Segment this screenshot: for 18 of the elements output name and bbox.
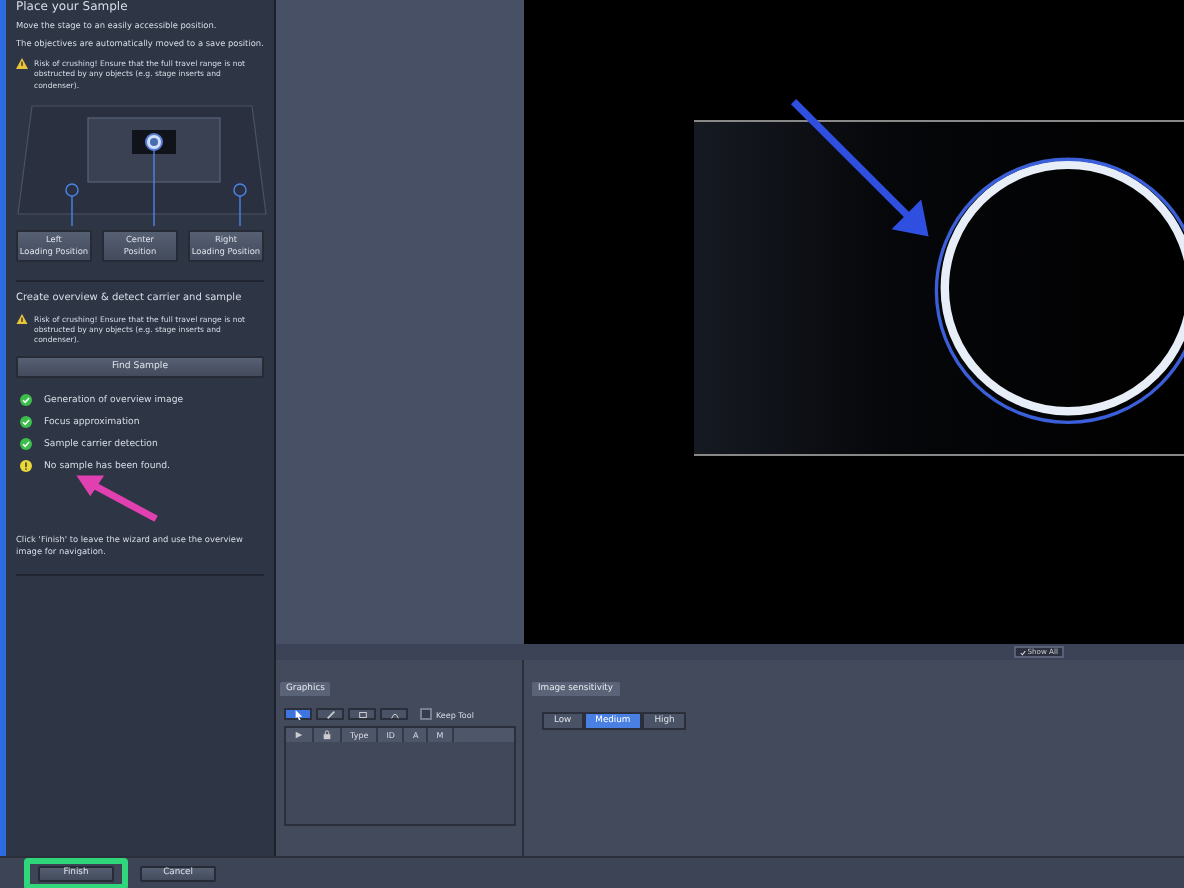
pointer-icon (293, 709, 303, 719)
check-icon (20, 394, 32, 407)
check-icon (1019, 649, 1026, 655)
warning-icon (16, 58, 28, 70)
warning-icon (20, 460, 32, 473)
rectangle-icon (357, 709, 367, 719)
draw-tool-button[interactable] (316, 708, 344, 720)
warning-icon (16, 313, 28, 325)
play-icon (294, 730, 304, 740)
rectangle-tool-button[interactable] (348, 708, 376, 720)
check-icon (20, 438, 32, 451)
pointer-tool-button[interactable] (284, 708, 312, 720)
check-icon (20, 416, 32, 429)
line-icon (325, 709, 335, 719)
curve-tool-button[interactable] (380, 708, 408, 720)
curve-icon (389, 709, 399, 719)
keep-tool-checkbox[interactable] (420, 708, 432, 720)
lock-icon (322, 730, 332, 740)
